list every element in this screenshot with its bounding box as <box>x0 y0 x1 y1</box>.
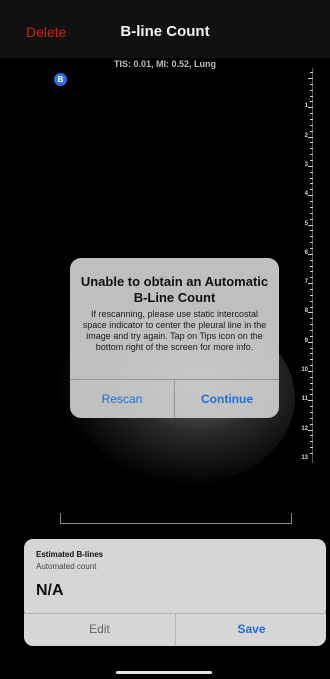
ruler-major-tick <box>308 400 313 402</box>
bottom-bracket <box>60 513 292 524</box>
ruler-minor-tick <box>310 124 313 126</box>
ruler-major-tick <box>308 371 313 372</box>
ruler-minor-tick <box>310 406 313 408</box>
ruler-label: 7 <box>304 279 308 286</box>
ruler-label: 3 <box>304 161 308 168</box>
ruler-minor-tick <box>310 394 313 396</box>
ruler-minor-tick <box>310 365 313 367</box>
ruler-minor-tick <box>310 435 313 437</box>
ruler-minor-tick <box>310 201 313 203</box>
dialog-title: Unable to obtain an Automatic B-Line Cou… <box>80 274 269 305</box>
ruler-minor-tick <box>310 89 313 91</box>
ruler-minor-tick <box>310 423 313 425</box>
panel-actions: Edit Save <box>24 613 326 646</box>
result-panel: Estimated B-lines Automated count N/A <box>24 539 326 619</box>
ruler-minor-tick <box>310 95 313 97</box>
ruler-minor-tick <box>310 101 313 103</box>
ruler-minor-tick <box>310 171 313 173</box>
ruler-minor-tick <box>310 119 313 121</box>
ruler-major-tick <box>308 341 313 343</box>
ruler-label: 2 <box>304 132 308 139</box>
ruler-minor-tick <box>310 259 313 261</box>
ruler-minor-tick <box>310 335 313 337</box>
ruler-major-tick <box>308 195 313 197</box>
ruler-major-tick <box>308 78 313 79</box>
ruler-minor-tick <box>310 236 313 238</box>
ruler-minor-tick <box>310 265 313 267</box>
ruler-minor-tick <box>310 388 313 390</box>
ruler-minor-tick <box>310 230 313 232</box>
ruler-major-tick <box>308 429 313 431</box>
ruler-minor-tick <box>310 242 313 244</box>
ruler-minor-tick <box>310 247 313 249</box>
ruler-minor-tick <box>310 441 313 443</box>
ruler-label: 8 <box>304 308 308 315</box>
ruler-minor-tick <box>310 353 313 355</box>
save-button[interactable]: Save <box>176 613 327 646</box>
ruler-minor-tick <box>310 359 313 361</box>
ruler-minor-tick <box>310 329 313 331</box>
ruler-minor-tick <box>310 300 313 302</box>
b-line-count-value: N/A <box>36 582 64 599</box>
edit-button[interactable]: Edit <box>24 613 175 646</box>
ruler-minor-tick <box>310 142 313 144</box>
ruler-minor-tick <box>310 417 313 419</box>
ruler-minor-tick <box>310 113 313 115</box>
ruler-minor-tick <box>310 447 313 449</box>
ruler-minor-tick <box>310 412 313 414</box>
ruler-minor-tick <box>310 271 313 273</box>
ruler-minor-tick <box>310 148 313 150</box>
ruler-label: 13 <box>301 454 308 461</box>
scan-info-text: TIS: 0.01, MI: 0.52, Lung <box>113 59 217 69</box>
ruler-minor-tick <box>310 177 313 179</box>
rescan-button[interactable]: Rescan <box>70 380 174 418</box>
depth-ruler: 1 2 3 4 5 6 7 8 9 10 11 12 13 <box>296 68 316 463</box>
ruler-minor-tick <box>310 130 313 132</box>
ruler-label: 5 <box>304 220 308 227</box>
ruler-minor-tick <box>310 318 313 320</box>
ruler-label: 10 <box>301 367 308 373</box>
nav-bar: Delete B-line Count <box>0 0 330 58</box>
ruler-minor-tick <box>310 347 313 349</box>
ruler-minor-tick <box>310 212 313 214</box>
ruler-minor-tick <box>310 382 313 384</box>
ruler-minor-tick <box>310 183 313 185</box>
ruler-label: 9 <box>304 337 308 344</box>
home-indicator <box>116 671 212 674</box>
ruler-label: 11 <box>301 396 308 403</box>
ruler-minor-tick <box>310 206 313 208</box>
ruler-minor-tick <box>310 218 313 220</box>
ruler-major-tick <box>308 107 313 109</box>
ruler-minor-tick <box>310 306 313 308</box>
dialog-message: If rescanning, please use static interco… <box>82 309 267 352</box>
ruler-label: 6 <box>304 249 308 256</box>
ruler-label: 4 <box>304 191 308 198</box>
ruler-minor-tick <box>310 160 313 162</box>
ruler-label: 1 <box>304 103 308 110</box>
ruler-minor-tick <box>310 189 313 191</box>
panel-title: Estimated B-lines <box>36 550 104 559</box>
ruler-major-tick <box>308 136 313 138</box>
ruler-major-tick <box>308 253 313 255</box>
b-mode-badge: B <box>54 73 67 86</box>
ruler-minor-tick <box>310 324 313 326</box>
ruler-major-tick <box>308 283 313 285</box>
ruler-label: 12 <box>301 425 308 432</box>
ruler-minor-tick <box>310 288 313 290</box>
panel-subtitle: Automated count <box>36 562 97 571</box>
ruler-minor-tick <box>310 72 313 74</box>
ruler-minor-tick <box>310 294 313 296</box>
ruler-minor-tick <box>310 83 313 85</box>
ruler-minor-tick <box>310 154 313 156</box>
ruler-minor-tick <box>310 453 313 455</box>
ruler-major-tick <box>308 312 313 314</box>
ruler-major-tick <box>308 224 313 226</box>
continue-button[interactable]: Continue <box>175 380 279 418</box>
ruler-minor-tick <box>310 376 313 378</box>
ruler-minor-tick <box>310 277 313 279</box>
page-title: B-line Count <box>120 23 210 40</box>
alert-dialog: Unable to obtain an Automatic B-Line Cou… <box>70 258 279 418</box>
ruler-major-tick <box>308 165 313 167</box>
